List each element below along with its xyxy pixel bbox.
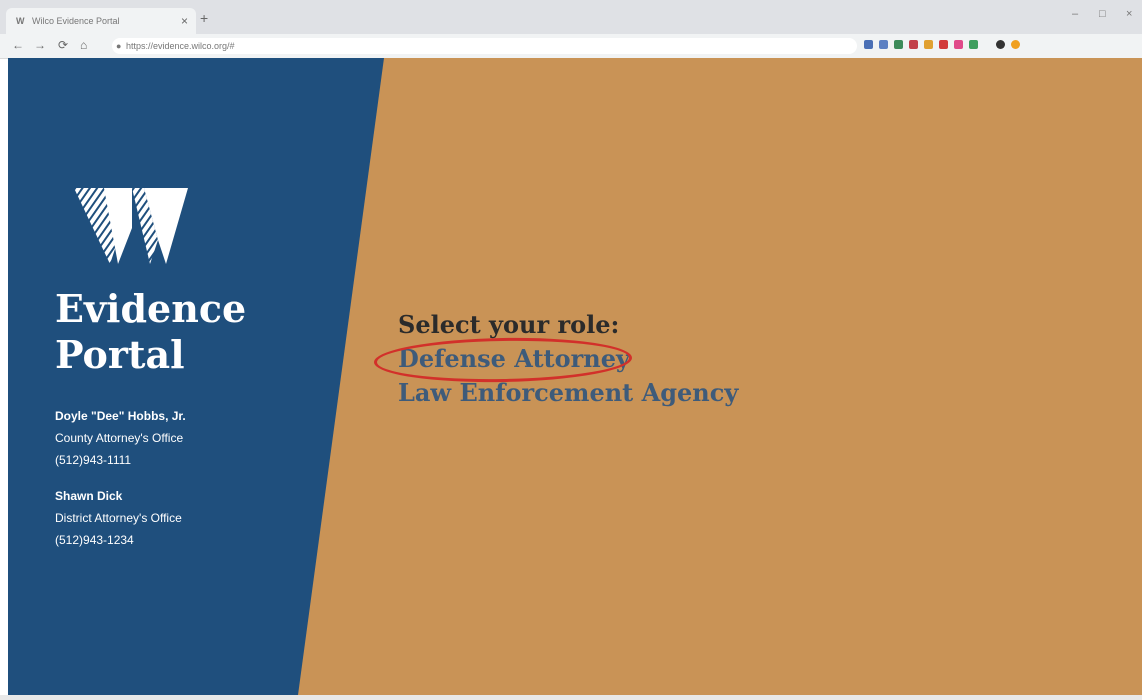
role-link-law-enforcement[interactable]: Law Enforcement Agency: [398, 376, 738, 410]
brand-line-1: Evidence: [55, 286, 247, 331]
extension-icon[interactable]: [954, 40, 963, 49]
extension-icon[interactable]: [996, 40, 1005, 49]
close-window-icon[interactable]: ×: [1126, 8, 1132, 20]
minimize-icon[interactable]: –: [1072, 8, 1078, 20]
contact-list: Doyle "Dee" Hobbs, Jr. County Attorney's…: [55, 405, 186, 551]
brand-line-2: Portal: [55, 332, 185, 377]
role-prompt: Select your role:: [398, 310, 620, 339]
logo-w-icon: [74, 188, 188, 264]
new-tab-button[interactable]: +: [200, 10, 208, 26]
browser-tab[interactable]: W Wilco Evidence Portal ×: [6, 8, 196, 34]
extension-icon[interactable]: [879, 40, 888, 49]
extension-icon[interactable]: [909, 40, 918, 49]
brand-title: Evidence Portal: [55, 286, 246, 378]
extension-icon[interactable]: [939, 40, 948, 49]
extension-icon[interactable]: [864, 40, 873, 49]
lock-icon: ●: [116, 41, 122, 51]
contact-name: Doyle "Dee" Hobbs, Jr.: [55, 409, 186, 423]
maximize-icon[interactable]: □: [1099, 8, 1106, 20]
browser-tab-bar: W Wilco Evidence Portal × + – □ ×: [0, 0, 1142, 34]
browser-toolbar: ← → ⟳ ⌂ ● https://evidence.wilco.org/#: [0, 34, 1142, 59]
extension-icon[interactable]: [1011, 40, 1020, 49]
home-icon[interactable]: ⌂: [80, 38, 87, 52]
contact-phone: (512)943-1234: [55, 533, 134, 547]
address-bar[interactable]: ● https://evidence.wilco.org/#: [112, 38, 857, 54]
contact-name: Shawn Dick: [55, 489, 123, 503]
forward-icon[interactable]: →: [34, 38, 46, 52]
extension-icon[interactable]: [894, 40, 903, 49]
extension-icon[interactable]: [969, 40, 978, 49]
tab-title: Wilco Evidence Portal: [32, 16, 120, 26]
contact-office: District Attorney's Office: [55, 511, 182, 525]
contact-office: County Attorney's Office: [55, 431, 184, 445]
reload-icon[interactable]: ⟳: [58, 38, 68, 52]
contact-phone: (512)943-1111: [55, 453, 132, 467]
url-text: https://evidence.wilco.org/#: [126, 41, 235, 51]
page-content: Evidence Portal Doyle "Dee" Hobbs, Jr. C…: [8, 58, 1142, 695]
extension-icon[interactable]: [924, 40, 933, 49]
back-icon[interactable]: ←: [12, 38, 24, 52]
bottom-edge: [0, 695, 1142, 700]
close-tab-icon[interactable]: ×: [181, 14, 188, 28]
favicon-icon: W: [16, 16, 25, 26]
